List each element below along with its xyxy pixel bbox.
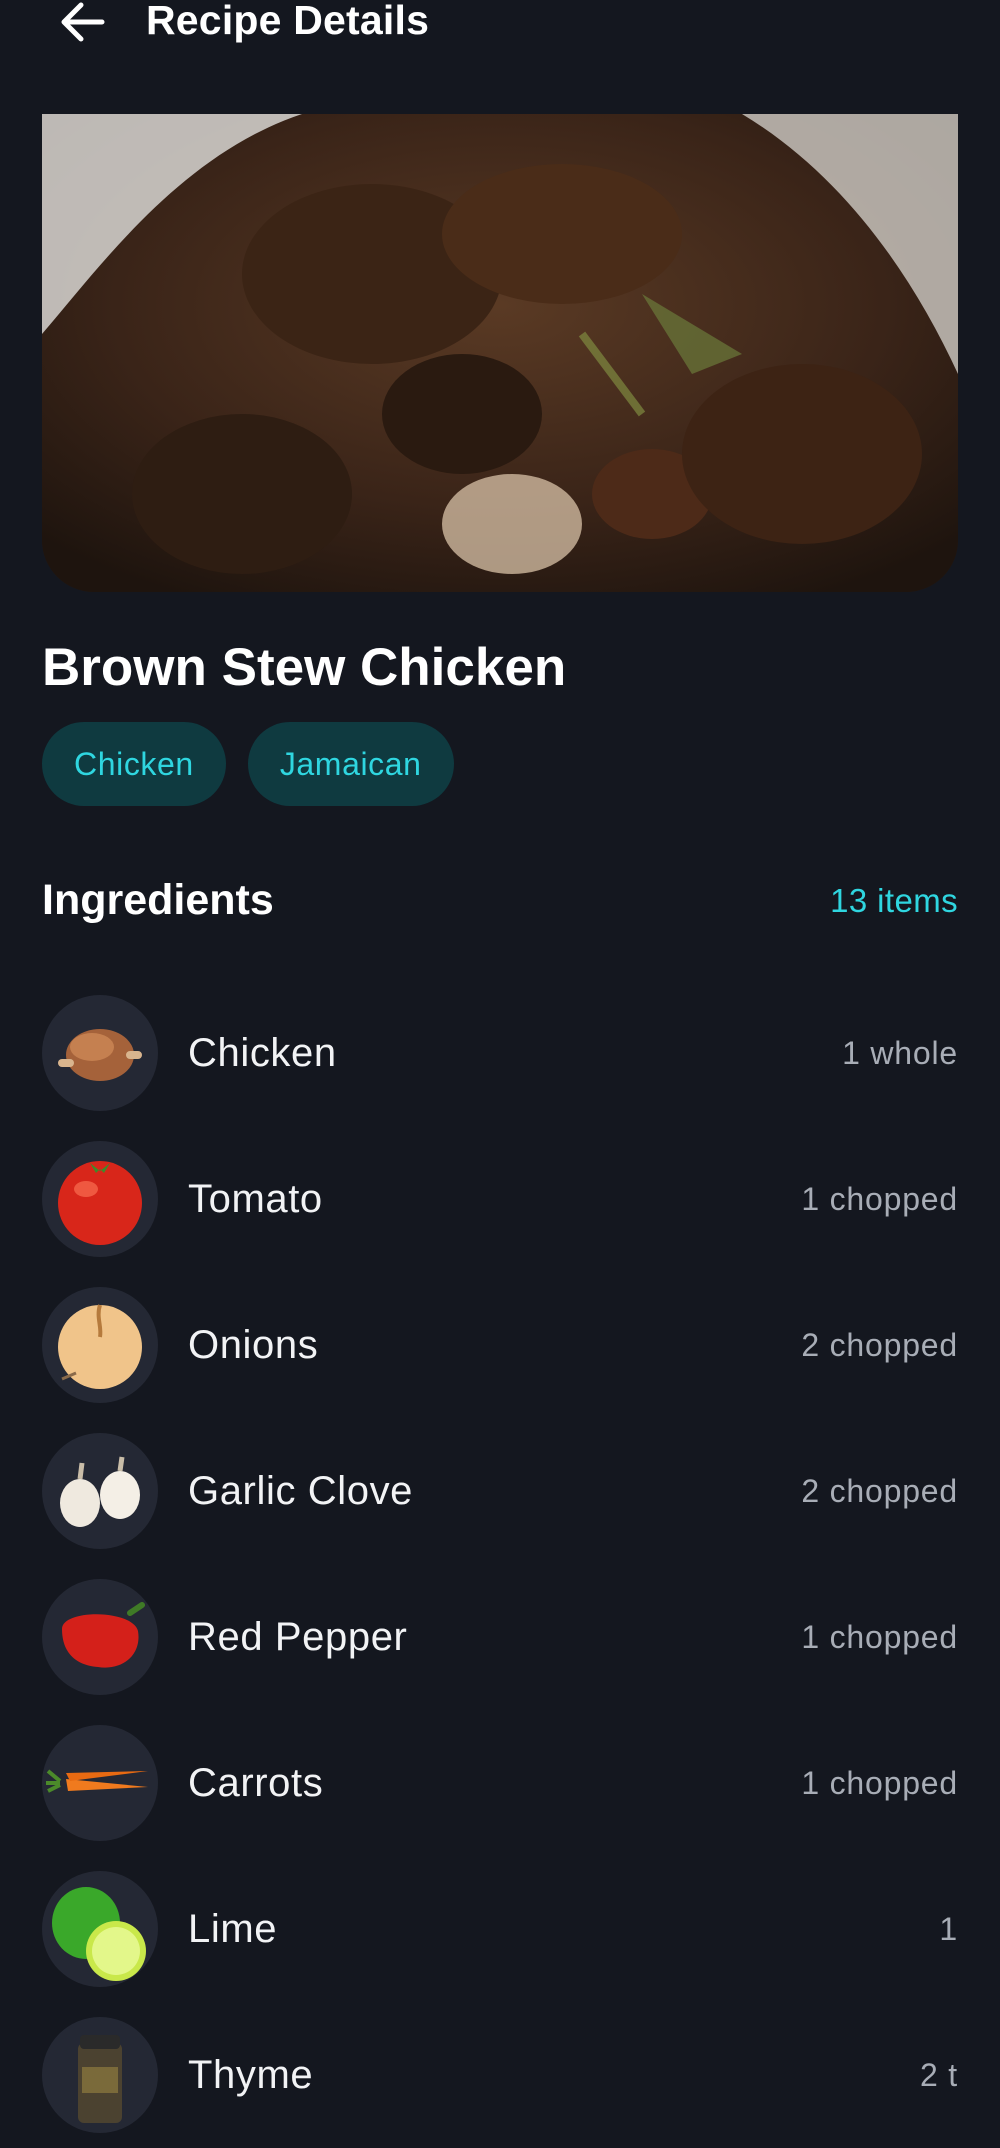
ingredient-row[interactable]: Chicken 1 whole: [42, 980, 958, 1126]
arrow-left-icon: [61, 2, 105, 42]
tag-list: Chicken Jamaican: [42, 722, 454, 806]
lime-icon: [42, 1871, 158, 1987]
recipe-hero-image: [42, 114, 958, 592]
thyme-jar-icon: [42, 2017, 158, 2133]
tomato-icon: [42, 1141, 158, 1257]
ingredient-name: Garlic Clove: [188, 1469, 414, 1513]
ingredient-name: Lime: [188, 1907, 278, 1951]
garlic-icon: [42, 1433, 158, 1549]
recipe-title: Brown Stew Chicken: [42, 638, 567, 697]
ingredient-row[interactable]: Lime 1: [42, 1856, 958, 2002]
ingredient-name: Thyme: [188, 2053, 314, 2097]
ingredient-name: Carrots: [188, 1761, 324, 1805]
onion-icon: [42, 1287, 158, 1403]
ingredient-qty: 2 chopped: [801, 1326, 958, 1363]
ingredient-qty: 1 chopped: [801, 1618, 958, 1655]
red-pepper-icon: [42, 1579, 158, 1695]
tag-chip[interactable]: Jamaican: [247, 722, 454, 806]
ingredient-qty: 2 chopped: [801, 1472, 958, 1509]
ingredient-name: Onions: [188, 1323, 319, 1367]
ingredient-name: Chicken: [188, 1031, 337, 1075]
ingredients-heading: Ingredients: [42, 876, 274, 924]
ingredient-list: Chicken 1 whole Tomato 1 chopped Onions …: [42, 980, 958, 2148]
tag-chip[interactable]: Chicken: [42, 722, 226, 806]
ingredients-count: 13 items: [830, 882, 958, 919]
ingredient-qty: 1 chopped: [801, 1180, 958, 1217]
carrot-icon: [42, 1725, 158, 1841]
ingredient-qty: 2 t: [920, 2056, 958, 2093]
roast-chicken-icon: [42, 995, 158, 1111]
back-button[interactable]: [58, 0, 108, 44]
page-title: Recipe Details: [146, 0, 430, 43]
top-app-bar: Recipe Details: [0, 0, 1000, 60]
ingredient-row[interactable]: Carrots 1 chopped: [42, 1710, 958, 1856]
ingredient-row[interactable]: Garlic Clove 2 chopped: [42, 1418, 958, 1564]
ingredient-name: Red Pepper: [188, 1615, 408, 1659]
ingredient-qty: 1: [939, 1910, 958, 1947]
ingredient-row[interactable]: Red Pepper 1 chopped: [42, 1564, 958, 1710]
ingredient-qty: 1 whole: [842, 1034, 958, 1071]
ingredient-row[interactable]: Onions 2 chopped: [42, 1272, 958, 1418]
ingredient-name: Tomato: [188, 1177, 323, 1221]
ingredient-row[interactable]: Tomato 1 chopped: [42, 1126, 958, 1272]
ingredient-row[interactable]: Thyme 2 t: [42, 2002, 958, 2148]
ingredient-qty: 1 chopped: [801, 1764, 958, 1801]
